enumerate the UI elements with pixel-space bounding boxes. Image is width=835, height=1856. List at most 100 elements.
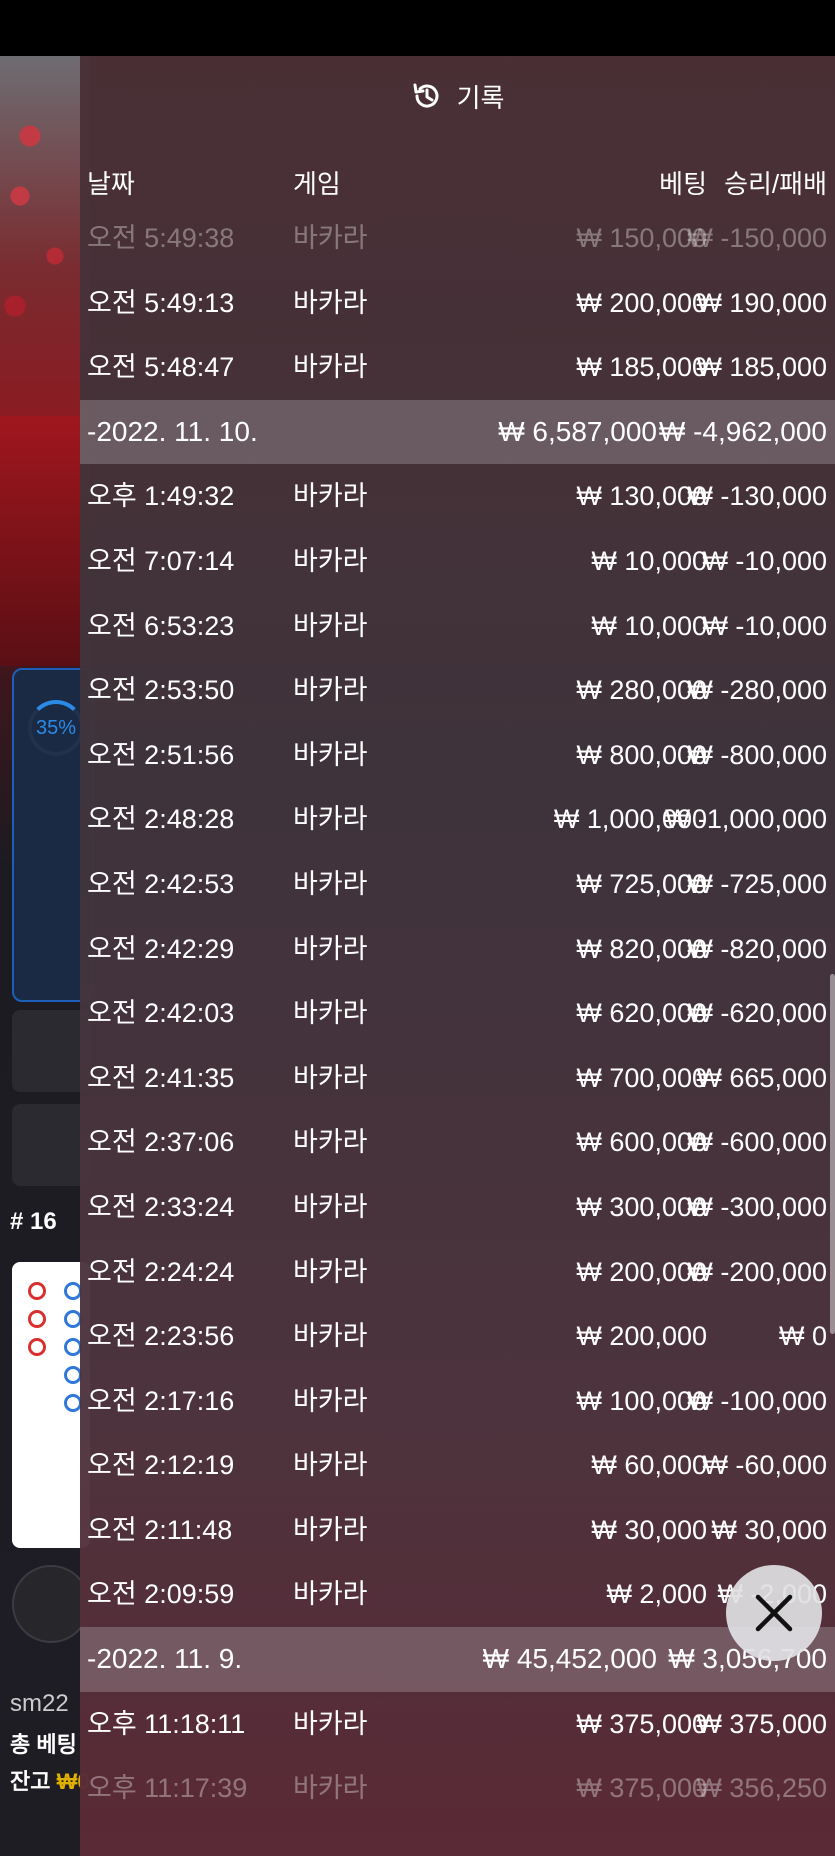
history-row[interactable]: 오후 11:17:39 바카라 ₩ 375,000 ₩ 356,250	[80, 1756, 835, 1821]
time-cell: 오후 11:18:11	[87, 1708, 246, 1739]
column-game: 게임	[293, 169, 341, 199]
balance-label: 잔고	[10, 1769, 51, 1794]
bet-cell: ₩ 700,000	[576, 1062, 707, 1093]
result-cell: ₩ 190,000	[696, 287, 827, 318]
table-artwork	[0, 56, 90, 416]
result-cell: ₩ -150,000	[687, 223, 827, 253]
time-cell: 오전 7:07:14	[87, 545, 235, 576]
game-cell: 바카라	[293, 675, 368, 706]
progress-ring: 35%	[28, 700, 84, 756]
history-row[interactable]: 오전 2:17:16 바카라 ₩ 100,000 ₩ -100,000	[80, 1369, 835, 1434]
date-label: -2022. 11. 9.	[87, 1643, 243, 1675]
history-panel: 기록 날짜 게임 베팅 승리/패배 오전 5:49:38 바카라 ₩ 150,000…	[80, 56, 835, 1856]
history-row[interactable]: 오전 2:09:59바카라₩ 2,000₩ -2,000	[80, 1562, 835, 1627]
result-cell: ₩ -10,000	[702, 610, 827, 641]
time-cell: 오전 2:09:59	[87, 1579, 235, 1610]
history-row[interactable]: 오전 6:53:23 바카라 ₩ 10,000 ₩ -10,000	[80, 594, 835, 659]
history-row[interactable]: 오전 5:48:47 바카라 ₩ 185,000 ₩ 185,000	[80, 335, 835, 400]
total-bet-label: 총 베팅	[10, 1732, 77, 1757]
history-list[interactable]: 오전 5:49:38 바카라 ₩ 150,000 ₩ -150,000 오전 5:49:…	[80, 206, 835, 1821]
result-cell: ₩ -4,962,000	[658, 415, 827, 447]
column-date: 날짜	[87, 169, 135, 199]
bet-cell: ₩ 200,000	[576, 1321, 707, 1352]
time-cell: 오전 2:24:24	[87, 1256, 235, 1287]
status-bar	[0, 0, 835, 56]
result-cell: ₩ -280,000	[687, 675, 827, 706]
history-row[interactable]: 오전 5:49:13 바카라 ₩ 200,000 ₩ 190,000	[80, 271, 835, 336]
time-cell: 오전 2:42:03	[87, 998, 235, 1029]
game-cell: 바카라	[293, 1256, 368, 1287]
history-row[interactable]: 오전 2:24:24 바카라 ₩ 200,000 ₩ -200,000	[80, 1240, 835, 1305]
result-cell: ₩ -600,000	[687, 1127, 827, 1158]
panel-header: 기록	[80, 56, 835, 136]
game-cell: 바카라	[293, 933, 368, 964]
player-pair-button[interactable]	[12, 1010, 90, 1092]
time-cell: 오전 5:49:13	[87, 287, 235, 318]
history-row[interactable]: 오전 2:53:50 바카라 ₩ 280,000 ₩ -280,000	[80, 658, 835, 723]
time-cell: 오전 2:33:24	[87, 1191, 235, 1222]
game-cell: 바카라	[293, 610, 368, 641]
history-icon	[413, 83, 439, 108]
result-cell: ₩ -60,000	[702, 1450, 827, 1481]
history-row[interactable]: 오전 2:37:06 바카라 ₩ 600,000 ₩ -600,000	[80, 1110, 835, 1175]
scrollbar[interactable]	[830, 974, 835, 1334]
history-row[interactable]: 오전 2:41:35 바카라 ₩ 700,000 ₩ 665,000	[80, 1046, 835, 1111]
game-cell: 바카라	[293, 1062, 368, 1093]
history-row[interactable]: 오전 2:42:53 바카라 ₩ 725,000 ₩ -725,000	[80, 852, 835, 917]
time-cell: 오전 2:12:19	[87, 1450, 235, 1481]
bead-road	[12, 1262, 90, 1548]
time-cell: 오전 6:53:23	[87, 610, 235, 641]
time-cell: 오후 1:49:32	[87, 481, 235, 512]
date-summary-row[interactable]: -2022. 11. 10. ₩ 6,587,000 ₩ -4,962,000	[80, 399, 835, 465]
time-cell: 오전 2:17:16	[87, 1385, 235, 1416]
time-cell: 오전 5:48:47	[87, 352, 235, 383]
game-cell: 바카라	[293, 868, 368, 899]
result-cell: ₩ 665,000	[696, 1062, 827, 1093]
history-row[interactable]: 오전 2:42:03 바카라 ₩ 620,000 ₩ -620,000	[80, 981, 835, 1046]
result-cell: ₩ -800,000	[687, 739, 827, 770]
result-cell: ₩ 375,000	[696, 1708, 827, 1739]
date-label: -2022. 11. 10.	[87, 415, 258, 447]
history-row[interactable]: 오후 11:18:11 바카라 ₩ 375,000 ₩ 375,000	[80, 1692, 835, 1757]
game-cell: 바카라	[293, 739, 368, 770]
player-bonus-button[interactable]	[12, 1104, 90, 1186]
game-cell: 바카라	[293, 1773, 368, 1804]
history-row[interactable]: 오전 2:33:24 바카라 ₩ 300,000 ₩ -300,000	[80, 1175, 835, 1240]
close-icon	[755, 1594, 793, 1632]
result-cell: ₩ -1,000,000	[664, 804, 827, 835]
balance: 잔고 ₩0	[10, 1764, 90, 1796]
history-row[interactable]: 오전 2:12:19 바카라 ₩ 60,000 ₩ -60,000	[80, 1433, 835, 1498]
time-cell: 오전 5:49:38	[87, 223, 235, 253]
result-cell: ₩ -620,000	[687, 998, 827, 1029]
time-cell: 오전 2:42:29	[87, 933, 235, 964]
date-summary-row[interactable]: -2022. 11. 9. ₩ 45,452,000 ₩ 3,056,700	[80, 1627, 835, 1692]
result-cell: ₩ -100,000	[687, 1385, 827, 1416]
history-row[interactable]: 오전 5:49:38 바카라 ₩ 150,000 ₩ -150,000	[80, 206, 835, 271]
time-cell: 오전 2:37:06	[87, 1127, 235, 1158]
chip-icon[interactable]	[12, 1565, 90, 1643]
history-row[interactable]: 오전 7:07:14 바카라 ₩ 10,000 ₩ -10,000	[80, 529, 835, 594]
result-cell: ₩ 185,000	[696, 352, 827, 383]
history-row[interactable]: 오전 2:11:48 바카라 ₩ 30,000 ₩ 30,000	[80, 1498, 835, 1563]
history-row[interactable]: 오후 1:49:32 바카라 ₩ 130,000 ₩ -130,000	[80, 464, 835, 529]
column-bet: 베팅	[659, 169, 707, 199]
bet-cell: ₩ 375,000	[576, 1708, 707, 1739]
bet-cell: ₩ 60,000	[591, 1450, 707, 1481]
history-row[interactable]: 오전 2:42:29 바카라 ₩ 820,000 ₩ -820,000	[80, 917, 835, 982]
history-row[interactable]: 오전 2:51:56 바카라 ₩ 800,000 ₩ -800,000	[80, 723, 835, 788]
game-cell: 바카라	[293, 1450, 368, 1481]
time-cell: 오전 2:23:56	[87, 1321, 235, 1352]
game-cell: 바카라	[293, 1708, 368, 1739]
bet-cell: ₩ 2,000	[606, 1579, 707, 1610]
bet-cell: ₩ 375,000	[576, 1773, 707, 1804]
game-cell: 바카라	[293, 287, 368, 318]
game-cell: 바카라	[293, 1579, 368, 1610]
username: sm22	[10, 1690, 69, 1717]
result-cell: ₩ 0	[778, 1321, 827, 1352]
bet-cell: ₩ 10,000	[591, 545, 707, 576]
close-button[interactable]	[726, 1565, 822, 1661]
history-row[interactable]: 오전 2:23:56 바카라 ₩ 200,000 ₩ 0	[80, 1304, 835, 1369]
result-cell: ₩ -130,000	[687, 481, 827, 512]
round-number: # 16	[10, 1208, 57, 1235]
history-row[interactable]: 오전 2:48:28 바카라 ₩ 1,000,000 ₩ -1,000,000	[80, 787, 835, 852]
